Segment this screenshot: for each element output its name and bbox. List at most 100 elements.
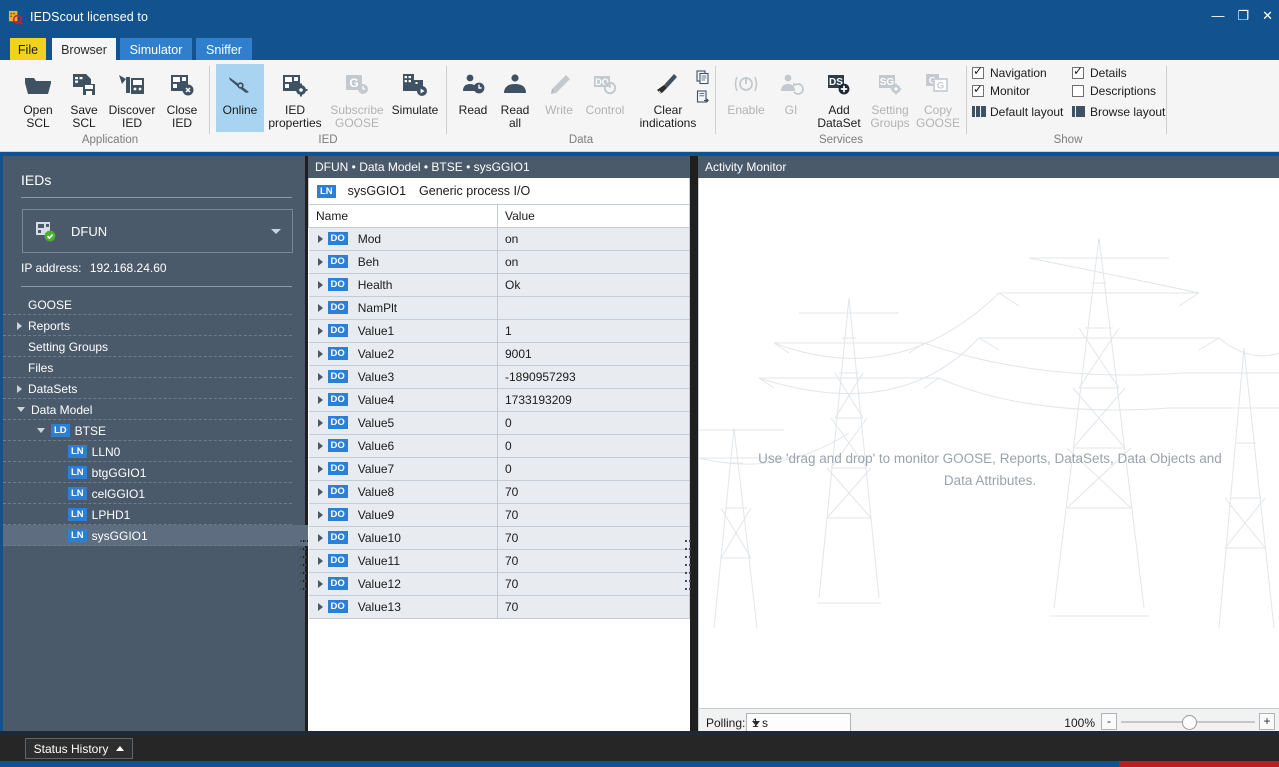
close-icon[interactable]: ✕ bbox=[1262, 9, 1273, 22]
add-dataset-button[interactable]: DS Add DataSet bbox=[812, 64, 866, 130]
status-history-button[interactable]: Status History bbox=[25, 738, 133, 759]
expand-closed-icon[interactable] bbox=[317, 395, 323, 404]
chevron-down-icon[interactable] bbox=[271, 229, 281, 234]
copy-goose-button[interactable]: G G Copy GOOSE bbox=[914, 64, 962, 130]
tab-simulator[interactable]: Simulator bbox=[120, 38, 192, 62]
checkbox-monitor[interactable]: Monitor bbox=[972, 82, 1072, 100]
expand-open-icon[interactable] bbox=[37, 428, 45, 433]
tree-item-celggio1[interactable]: LN celGGIO1 bbox=[3, 483, 308, 504]
expand-closed-icon[interactable] bbox=[317, 418, 323, 427]
expand-closed-icon[interactable] bbox=[317, 234, 323, 243]
checkbox-monitor-box[interactable] bbox=[972, 82, 984, 97]
zoom-in-button[interactable]: + bbox=[1259, 713, 1275, 730]
expand-closed-icon[interactable] bbox=[317, 372, 323, 381]
center-right-splitter-grip[interactable] bbox=[684, 536, 691, 620]
tab-file[interactable]: File bbox=[10, 38, 46, 62]
zoom-slider-thumb[interactable] bbox=[1182, 715, 1197, 730]
expand-closed-icon[interactable] bbox=[317, 441, 323, 450]
export-report-icon[interactable] bbox=[696, 90, 710, 105]
copy-report-icon[interactable] bbox=[696, 70, 710, 85]
expand-closed-icon[interactable] bbox=[17, 384, 22, 393]
table-row[interactable]: DO Value1 1 bbox=[308, 319, 690, 343]
column-header-name[interactable]: Name bbox=[308, 205, 498, 228]
tree-item-goose[interactable]: GOOSE bbox=[3, 294, 308, 315]
tab-browser[interactable]: Browser bbox=[52, 38, 116, 62]
close-ied-button[interactable]: Close IED bbox=[160, 64, 204, 130]
open-scl-button[interactable]: Open SCL bbox=[12, 64, 64, 130]
expand-closed-icon[interactable] bbox=[317, 533, 323, 542]
table-row[interactable]: DO Mod on bbox=[308, 227, 690, 251]
expand-closed-icon[interactable] bbox=[317, 280, 323, 289]
table-row[interactable]: DO Value3 -1890957293 bbox=[308, 365, 690, 389]
enable-button[interactable]: Enable bbox=[722, 64, 770, 117]
ied-properties-button[interactable]: IED properties bbox=[264, 64, 326, 130]
expand-open-icon[interactable] bbox=[17, 407, 25, 412]
column-header-value[interactable]: Value bbox=[497, 205, 690, 228]
table-row[interactable]: DO Beh on bbox=[308, 250, 690, 274]
save-scl-button[interactable]: Save SCL bbox=[64, 64, 104, 130]
tree-item-files[interactable]: Files bbox=[3, 357, 308, 378]
table-row[interactable]: DO Value13 70 bbox=[308, 595, 690, 619]
read-button[interactable]: Read bbox=[453, 64, 493, 117]
table-row[interactable]: DO Value10 70 bbox=[308, 526, 690, 550]
expand-closed-icon[interactable] bbox=[317, 349, 323, 358]
table-row[interactable]: DO Value11 70 bbox=[308, 549, 690, 573]
tree-item-sysggio1[interactable]: LN sysGGIO1 bbox=[3, 525, 308, 546]
table-row[interactable]: DO NamPlt bbox=[308, 296, 690, 320]
minimize-icon[interactable]: — bbox=[1211, 9, 1224, 22]
ied-selector[interactable]: DFUN bbox=[22, 209, 293, 253]
discover-ied-button[interactable]: Discover IED bbox=[104, 64, 160, 130]
write-button[interactable]: Write bbox=[537, 64, 581, 117]
table-row[interactable]: DO Value9 70 bbox=[308, 503, 690, 527]
table-row[interactable]: DO Value4 1733193209 bbox=[308, 388, 690, 412]
tree-item-reports[interactable]: Reports bbox=[3, 315, 308, 336]
expand-closed-icon[interactable] bbox=[317, 579, 323, 588]
maximize-icon[interactable]: ❐ bbox=[1237, 9, 1249, 22]
chevron-down-icon[interactable] bbox=[752, 721, 760, 726]
checkbox-descriptions-box[interactable] bbox=[1072, 85, 1084, 97]
table-row[interactable]: DO Value7 0 bbox=[308, 457, 690, 481]
checkbox-details-box[interactable] bbox=[1072, 64, 1084, 79]
expand-closed-icon[interactable] bbox=[17, 321, 22, 330]
tree-item-data-model[interactable]: Data Model bbox=[3, 399, 308, 420]
browse-layout-button[interactable]: Browse layout bbox=[1072, 102, 1172, 121]
tree-item-btgggio1[interactable]: LN btgGGIO1 bbox=[3, 462, 308, 483]
gi-button[interactable]: GI bbox=[770, 64, 812, 117]
expand-closed-icon[interactable] bbox=[317, 510, 323, 519]
tree-item-datasets[interactable]: DataSets bbox=[3, 378, 308, 399]
expand-closed-icon[interactable] bbox=[317, 464, 323, 473]
svg-text:G: G bbox=[937, 81, 944, 92]
polling-interval-select[interactable]: 1 s bbox=[746, 713, 851, 732]
control-button[interactable]: DO Control bbox=[581, 64, 629, 117]
expand-closed-icon[interactable] bbox=[317, 326, 323, 335]
checkbox-details[interactable]: Details bbox=[1072, 64, 1172, 82]
checkbox-navigation[interactable]: Navigation bbox=[972, 64, 1072, 82]
tree-item-lln0[interactable]: LN LLN0 bbox=[3, 441, 308, 462]
tree-item-setting-groups[interactable]: Setting Groups bbox=[3, 336, 308, 357]
expand-closed-icon[interactable] bbox=[317, 487, 323, 496]
expand-closed-icon[interactable] bbox=[317, 556, 323, 565]
table-row[interactable]: DO Value8 70 bbox=[308, 480, 690, 504]
activity-monitor-dropzone[interactable]: Use 'drag and drop' to monitor GOOSE, Re… bbox=[698, 178, 1279, 708]
table-row[interactable]: DO Value6 0 bbox=[308, 434, 690, 458]
tree-item-lphd1[interactable]: LN LPHD1 bbox=[3, 504, 308, 525]
tree-item-btse[interactable]: LD BTSE bbox=[3, 420, 308, 441]
default-layout-button[interactable]: Default layout bbox=[972, 102, 1072, 121]
table-row[interactable]: DO Value12 70 bbox=[308, 572, 690, 596]
setting-groups-button[interactable]: SG Setting Groups bbox=[866, 64, 914, 130]
checkbox-descriptions[interactable]: Descriptions bbox=[1072, 82, 1172, 100]
expand-closed-icon[interactable] bbox=[317, 257, 323, 266]
tab-sniffer[interactable]: Sniffer bbox=[196, 38, 252, 62]
zoom-out-button[interactable]: - bbox=[1101, 713, 1117, 730]
table-row[interactable]: DO Value5 0 bbox=[308, 411, 690, 435]
table-row[interactable]: DO Health Ok bbox=[308, 273, 690, 297]
simulate-button[interactable]: Simulate bbox=[388, 64, 442, 117]
subscribe-goose-button[interactable]: G Subscribe GOOSE bbox=[326, 64, 388, 130]
checkbox-navigation-box[interactable] bbox=[972, 64, 984, 79]
expand-closed-icon[interactable] bbox=[317, 303, 323, 312]
table-row[interactable]: DO Value2 9001 bbox=[308, 342, 690, 366]
expand-closed-icon[interactable] bbox=[317, 602, 323, 611]
online-button[interactable]: Online bbox=[216, 64, 264, 132]
read-all-button[interactable]: Read all bbox=[493, 64, 537, 130]
center-left-splitter-grip[interactable] bbox=[299, 536, 306, 620]
